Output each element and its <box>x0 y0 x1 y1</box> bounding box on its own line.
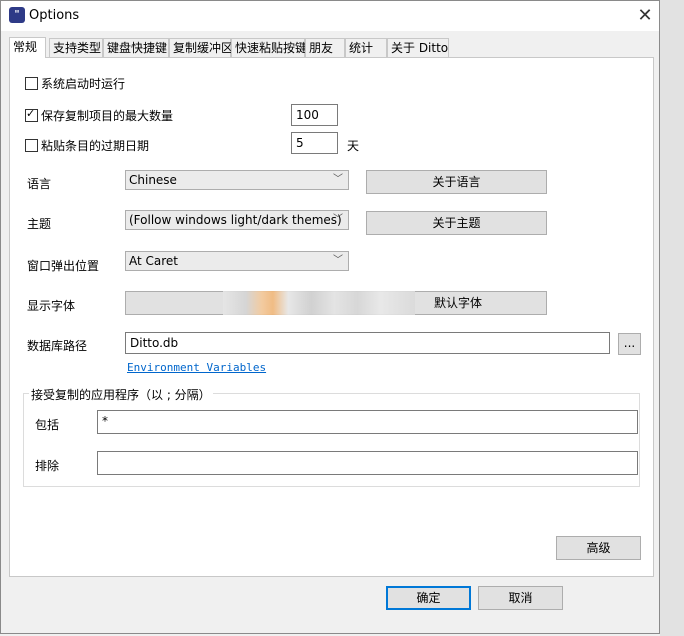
start-on-boot-label: 系统启动时运行 <box>41 77 126 91</box>
tab-quick-paste-keys[interactable]: 快速粘贴按键 <box>231 38 307 57</box>
chevron-down-icon: ﹀ <box>333 214 343 225</box>
chevron-down-icon: ﹀ <box>333 174 343 185</box>
browse-db-button[interactable]: ... <box>618 333 641 355</box>
tab-about[interactable]: 关于 Ditto <box>387 38 449 57</box>
expire-checkbox[interactable] <box>25 139 38 152</box>
language-label: 语言 <box>27 177 52 191</box>
include-label: 包括 <box>35 418 60 432</box>
expire-unit-label: 天 <box>347 139 360 153</box>
tab-general[interactable]: 常规 <box>9 37 46 58</box>
redacted-font-preview <box>223 291 415 315</box>
title-bar: " Options ✕ <box>1 1 659 31</box>
window-shadow <box>660 0 684 636</box>
close-icon[interactable]: ✕ <box>631 4 659 28</box>
about-theme-button[interactable]: 关于主题 <box>366 211 547 235</box>
language-select[interactable]: Chinese ﹀ <box>125 170 349 190</box>
popup-position-value: At Caret <box>129 254 179 268</box>
tab-copy-buffers[interactable]: 复制缓冲区 <box>169 38 233 57</box>
expire-row[interactable]: 粘贴条目的过期日期 <box>25 137 149 154</box>
include-input[interactable]: * <box>97 410 638 434</box>
environment-variables-link[interactable]: Environment Variables <box>127 361 266 374</box>
tab-friends[interactable]: 朋友 <box>305 38 345 57</box>
ditto-app-icon: " <box>9 7 25 23</box>
options-window: " Options ✕ 常规 支持类型 键盘快捷键 复制缓冲区 快速粘贴按键 朋… <box>0 0 660 634</box>
about-language-button[interactable]: 关于语言 <box>366 170 547 194</box>
accept-apps-title: 接受复制的应用程序（以 ; 分隔） <box>29 386 213 403</box>
db-path-input[interactable]: Ditto.db <box>125 332 610 354</box>
expire-days-input[interactable]: 5 <box>291 132 338 154</box>
display-font-label: 显示字体 <box>27 299 76 313</box>
theme-value: (Follow windows light/dark themes) <box>129 213 342 227</box>
max-items-checkbox[interactable] <box>25 107 38 122</box>
start-on-boot-row[interactable]: 系统启动时运行 <box>25 75 125 92</box>
ok-button[interactable]: 确定 <box>386 586 471 610</box>
chevron-down-icon: ﹀ <box>333 255 343 266</box>
exclude-input[interactable] <box>97 451 638 475</box>
tab-keyboard-shortcuts[interactable]: 键盘快捷键 <box>103 38 169 57</box>
tab-supported-types[interactable]: 支持类型 <box>49 38 103 57</box>
language-value: Chinese <box>129 173 177 187</box>
tab-stats[interactable]: 统计 <box>345 38 387 57</box>
theme-label: 主题 <box>27 217 52 231</box>
max-items-row[interactable]: 保存复制项目的最大数量 <box>25 107 173 124</box>
popup-position-label: 窗口弹出位置 <box>27 259 100 273</box>
window-title: Options <box>29 8 80 23</box>
default-font-label: 默认字体 <box>434 296 483 310</box>
db-path-label: 数据库路径 <box>27 339 88 353</box>
max-items-label: 保存复制项目的最大数量 <box>41 109 174 123</box>
cancel-button[interactable]: 取消 <box>478 586 563 610</box>
advanced-button[interactable]: 高级 <box>556 536 641 560</box>
start-on-boot-checkbox[interactable] <box>25 77 38 90</box>
expire-label: 粘贴条目的过期日期 <box>41 139 150 153</box>
max-items-input[interactable]: 100 <box>291 104 338 126</box>
exclude-label: 排除 <box>35 459 60 473</box>
theme-select[interactable]: (Follow windows light/dark themes) ﹀ <box>125 210 349 230</box>
popup-position-select[interactable]: At Caret ﹀ <box>125 251 349 271</box>
